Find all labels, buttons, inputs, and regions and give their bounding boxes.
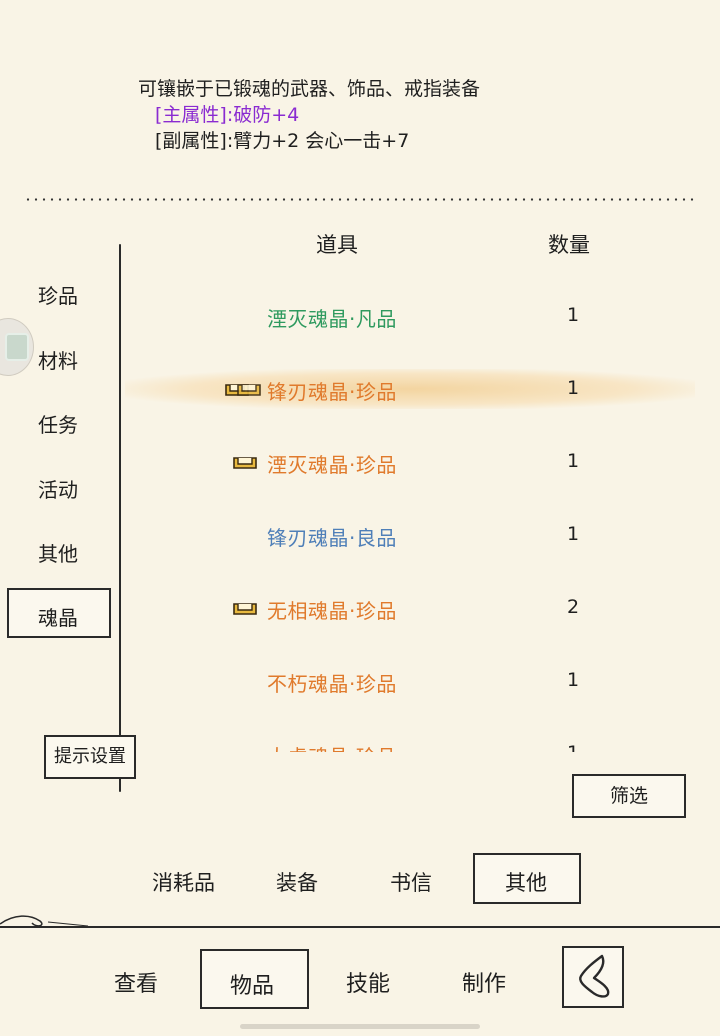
dotted-divider: [24, 198, 696, 201]
item-name: 湮灭魂晶·凡品: [267, 307, 397, 331]
nav-tab-items[interactable]: 物品: [200, 949, 309, 1009]
list-item[interactable]: 锋刃魂晶·良品 1: [125, 499, 715, 572]
subtab-letters[interactable]: 书信: [390, 867, 432, 897]
side-badge-icon[interactable]: [0, 318, 34, 376]
nav-tab-label: 物品: [230, 974, 275, 999]
nav-tab-view[interactable]: 查看: [114, 966, 158, 998]
subtab-label: 其他: [505, 871, 547, 895]
list-item[interactable]: 锋刃魂晶·珍品 1: [125, 353, 715, 426]
item-name: 无相魂晶·珍品: [267, 599, 397, 623]
back-button[interactable]: [562, 946, 624, 1008]
cloud-swirl-ornament: [0, 915, 89, 927]
chest-icon: [233, 457, 257, 469]
category-tab-materials[interactable]: 材料: [38, 345, 78, 374]
item-quantity: 1: [566, 523, 580, 545]
chest-icon: [233, 603, 257, 615]
list-item[interactable]: 无相魂晶·珍品 2: [125, 572, 715, 645]
item-quantity: 1: [566, 450, 580, 472]
column-header-quantity: 数量: [548, 233, 590, 257]
item-quantity: 1: [563, 742, 583, 752]
filter-button[interactable]: 筛选: [572, 774, 686, 818]
item-name: 湮灭魂晶·珍品: [267, 453, 397, 477]
item-name: 太虚魂晶·珍品: [267, 741, 397, 752]
list-item[interactable]: 不朽魂晶·珍品 1: [125, 645, 715, 718]
list-item[interactable]: 湮灭魂晶·珍品 1: [125, 426, 715, 499]
item-name: 锋刃魂晶·良品: [267, 526, 397, 550]
item-name: 不朽魂晶·珍品: [267, 672, 397, 696]
main-attribute: [主属性]:破防+4: [155, 104, 300, 126]
selected-row-highlight: [125, 369, 695, 409]
item-name: 锋刃魂晶·珍品: [267, 380, 397, 404]
subtab-equipment[interactable]: 装备: [276, 867, 318, 897]
category-tab-treasure[interactable]: 珍品: [38, 280, 78, 309]
item-quantity: 2: [566, 596, 580, 618]
category-tab-soul-crystal[interactable]: 魂晶: [7, 588, 111, 638]
chest-icon-shadow: [237, 384, 261, 396]
item-description: 可镶嵌于已锻魂的武器、饰品、戒指装备: [138, 78, 481, 100]
list-item[interactable]: 太虚魂晶·珍品 1: [125, 718, 715, 752]
subtab-consumables[interactable]: 消耗品: [152, 867, 215, 897]
category-tab-event[interactable]: 活动: [38, 474, 78, 503]
home-indicator: [240, 1024, 480, 1029]
category-tab-label: 魂晶: [38, 606, 78, 630]
item-list[interactable]: 湮灭魂晶·凡品 1 锋刃魂晶·珍品 1 湮灭魂晶·珍品 1 锋刃魂晶·良品 1 …: [125, 280, 715, 752]
category-tab-other[interactable]: 其他: [38, 538, 78, 567]
item-quantity: 1: [566, 669, 580, 691]
nav-tab-skills[interactable]: 技能: [346, 966, 390, 998]
sub-attribute: [副属性]:臂力+2 会心一击+7: [155, 130, 410, 152]
item-quantity: 1: [566, 304, 580, 326]
category-divider-line: [119, 244, 121, 792]
subtab-other[interactable]: 其他: [473, 853, 581, 904]
hint-settings-button[interactable]: 提示设置: [44, 735, 136, 779]
item-description-panel: 可镶嵌于已锻魂的武器、饰品、戒指装备 [主属性]:破防+4 [副属性]:臂力+2…: [138, 76, 480, 154]
category-tab-quest[interactable]: 任务: [38, 409, 78, 438]
item-quantity: 1: [566, 377, 580, 399]
back-arrow-icon: [579, 954, 610, 998]
list-item[interactable]: 湮灭魂晶·凡品 1: [125, 280, 715, 353]
nav-tab-crafting[interactable]: 制作: [462, 966, 506, 998]
column-header-item: 道具: [316, 233, 358, 257]
bottom-separator: [0, 926, 720, 928]
